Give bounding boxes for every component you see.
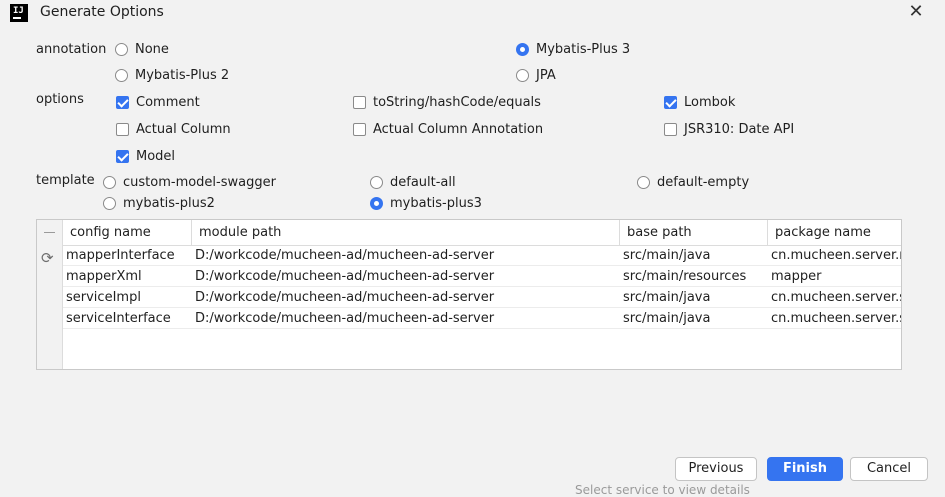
radio-icon: [370, 176, 383, 189]
table-cell[interactable]: mapperInterface: [63, 245, 192, 266]
config-table: ⟳ config name module path base path pack…: [36, 219, 902, 370]
template-radio-mybatis-plus2[interactable]: mybatis-plus2: [103, 196, 215, 211]
checkbox-icon: [664, 123, 677, 136]
table-cell[interactable]: serviceInterface: [63, 308, 192, 329]
checkbox-icon: [353, 96, 366, 109]
table-cell[interactable]: D:/workcode/mucheen-ad/mucheen-ad-server: [192, 287, 620, 308]
option-checkbox-comment[interactable]: Comment: [116, 95, 200, 110]
checkbox-icon: [116, 150, 129, 163]
table-row[interactable]: mapperInterface D:/workcode/mucheen-ad/mu…: [63, 245, 901, 266]
table-cell[interactable]: serviceImpl: [63, 287, 192, 308]
annotation-label: annotation: [36, 42, 107, 57]
table-cell[interactable]: mapperXml: [63, 266, 192, 287]
table-cell[interactable]: cn.mucheen.server.s: [768, 308, 901, 329]
table-toolbar: ⟳: [37, 220, 63, 369]
option-checkbox-lombok[interactable]: Lombok: [664, 95, 735, 110]
annotation-radio-jpa[interactable]: JPA: [516, 68, 556, 83]
previous-button[interactable]: Previous: [675, 457, 757, 481]
table-cell[interactable]: cn.mucheen.server.s: [768, 287, 901, 308]
table-cell[interactable]: D:/workcode/mucheen-ad/mucheen-ad-server: [192, 245, 620, 266]
dialog-title: Generate Options: [40, 4, 164, 20]
option-checkbox-tostring[interactable]: toString/hashCode/equals: [353, 95, 541, 110]
intellij-logo-icon: IJ: [10, 4, 28, 22]
checkbox-icon: [116, 96, 129, 109]
table-header: config name module path base path packag…: [63, 220, 901, 246]
table-cell[interactable]: src/main/java: [620, 245, 768, 266]
column-header-config-name[interactable]: config name: [63, 220, 192, 245]
table-row[interactable]: serviceImpl D:/workcode/mucheen-ad/muchee…: [63, 287, 901, 308]
cancel-button[interactable]: Cancel: [850, 457, 928, 481]
annotation-radio-mybatis-plus-2[interactable]: Mybatis-Plus 2: [115, 68, 229, 83]
remove-row-icon[interactable]: [44, 232, 55, 233]
table-cell[interactable]: src/main/java: [620, 287, 768, 308]
refresh-icon[interactable]: ⟳: [41, 249, 54, 267]
table-cell[interactable]: src/main/java: [620, 308, 768, 329]
table-cell[interactable]: D:/workcode/mucheen-ad/mucheen-ad-server: [192, 266, 620, 287]
template-radio-default-empty[interactable]: default-empty: [637, 175, 749, 190]
annotation-radio-mybatis-plus-3[interactable]: Mybatis-Plus 3: [516, 42, 630, 57]
radio-icon: [103, 176, 116, 189]
radio-icon: [516, 69, 529, 82]
radio-icon: [115, 69, 128, 82]
checkbox-icon: [116, 123, 129, 136]
finish-button[interactable]: Finish: [767, 457, 843, 481]
table-cell[interactable]: D:/workcode/mucheen-ad/mucheen-ad-server: [192, 308, 620, 329]
radio-icon: [103, 197, 116, 210]
table-row[interactable]: serviceInterface D:/workcode/mucheen-ad/m…: [63, 308, 901, 329]
title-bar: IJ Generate Options ✕: [0, 0, 945, 26]
template-radio-mybatis-plus3[interactable]: mybatis-plus3: [370, 196, 482, 211]
option-checkbox-model[interactable]: Model: [116, 149, 175, 164]
option-checkbox-jsr310[interactable]: JSR310: Date API: [664, 122, 794, 137]
column-header-module-path[interactable]: module path: [192, 220, 620, 245]
table-cell[interactable]: cn.mucheen.server.m: [768, 245, 901, 266]
template-radio-default-all[interactable]: default-all: [370, 175, 456, 190]
table-cell[interactable]: mapper: [768, 266, 901, 287]
table-cell[interactable]: src/main/resources: [620, 266, 768, 287]
table-row[interactable]: mapperXml D:/workcode/mucheen-ad/mucheen-…: [63, 266, 901, 287]
template-label: template: [36, 173, 95, 188]
checkbox-icon: [664, 96, 677, 109]
radio-icon: [370, 197, 383, 210]
radio-icon: [516, 43, 529, 56]
close-icon[interactable]: ✕: [906, 2, 926, 22]
radio-icon: [115, 43, 128, 56]
status-text: Select service to view details: [575, 483, 750, 497]
template-radio-custom-model-swagger[interactable]: custom-model-swagger: [103, 175, 276, 190]
column-header-package-name[interactable]: package name: [768, 220, 901, 245]
option-checkbox-actual-column-annotation[interactable]: Actual Column Annotation: [353, 122, 543, 137]
annotation-radio-none[interactable]: None: [115, 42, 169, 57]
options-label: options: [36, 92, 84, 107]
radio-icon: [637, 176, 650, 189]
column-header-base-path[interactable]: base path: [620, 220, 768, 245]
option-checkbox-actual-column[interactable]: Actual Column: [116, 122, 231, 137]
checkbox-icon: [353, 123, 366, 136]
